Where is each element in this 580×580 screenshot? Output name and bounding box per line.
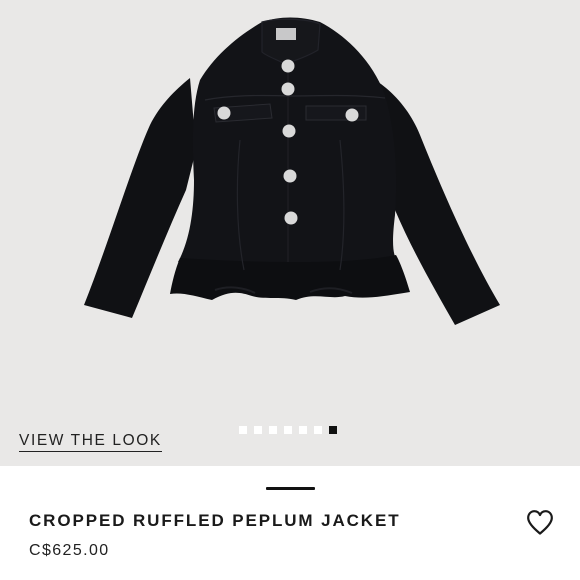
gallery-dot-6[interactable]: [314, 426, 322, 434]
gallery-dot-5[interactable]: [299, 426, 307, 434]
gallery-dot-7[interactable]: [329, 426, 337, 434]
view-the-look-link[interactable]: VIEW THE LOOK: [19, 432, 162, 452]
gallery-dot-3[interactable]: [269, 426, 277, 434]
product-image-gallery[interactable]: VIEW THE LOOK: [0, 0, 580, 466]
product-price: C$625.00: [29, 542, 110, 559]
sheet-drag-handle[interactable]: [266, 487, 315, 490]
heart-icon[interactable]: [525, 508, 555, 536]
gallery-dot-4[interactable]: [284, 426, 292, 434]
gallery-dot-2[interactable]: [254, 426, 262, 434]
product-title: CROPPED RUFFLED PEPLUM JACKET: [29, 511, 401, 530]
product-image: [84, 17, 500, 325]
gallery-dot-1[interactable]: [239, 426, 247, 434]
gallery-pagination: [239, 426, 337, 435]
